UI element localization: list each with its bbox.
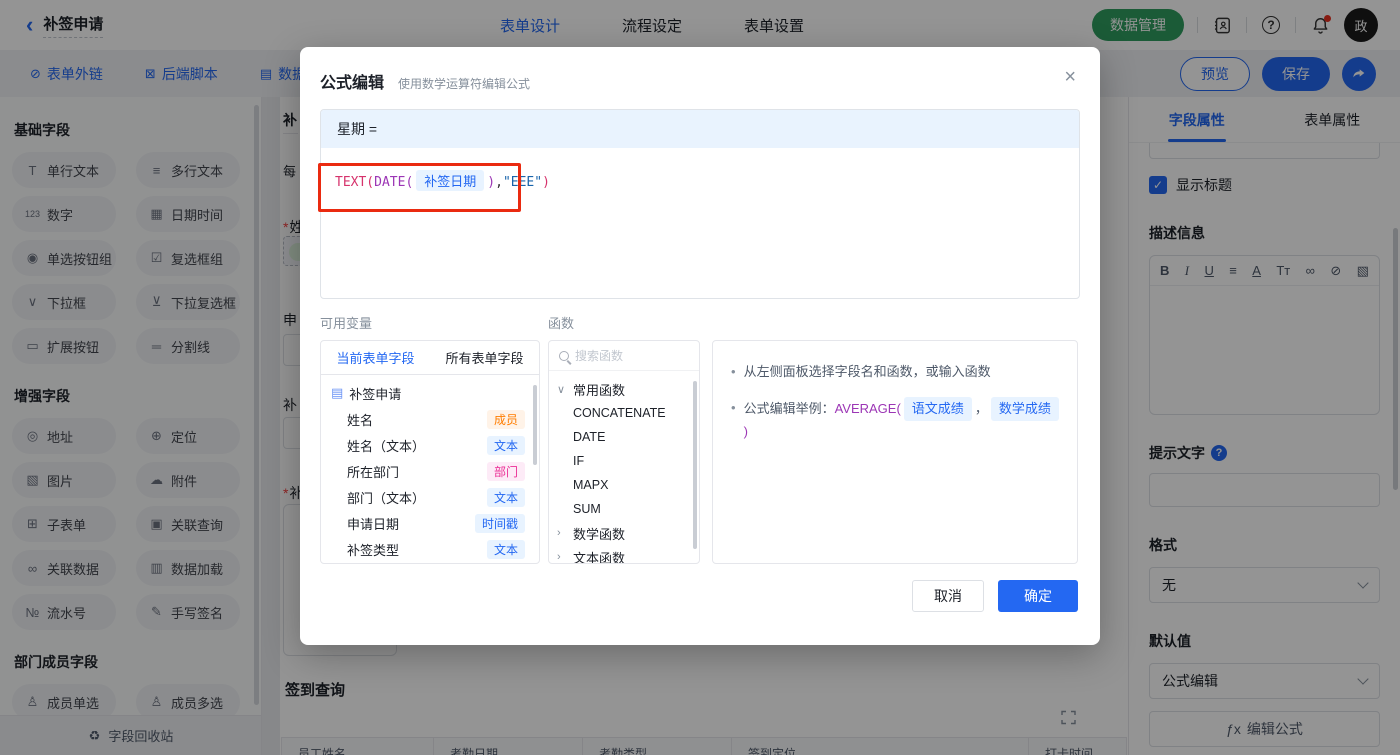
example-fn: AVERAGE( (834, 401, 901, 416)
type-badge: 部门 (486, 461, 525, 481)
variables-section-label: 可用变量 (320, 316, 373, 331)
function-search-input[interactable] (575, 348, 689, 363)
function-item[interactable]: IF (549, 449, 699, 473)
variables-tree-root[interactable]: ▤ 补签申请 (321, 380, 539, 406)
variable-row[interactable]: 姓名 成员 (321, 406, 539, 432)
function-group-math[interactable]: › 数学函数 (549, 521, 699, 545)
formula-editor[interactable]: 星期 = TEXT(DATE(补签日期),"EEE") (320, 109, 1080, 299)
caret-right-icon: › (557, 551, 561, 563)
example-chip: 数学成绩 (990, 397, 1059, 421)
variable-row[interactable]: 姓名（文本） 文本 (321, 432, 539, 458)
function-item[interactable]: SUM (549, 497, 699, 521)
function-item[interactable]: MAPX (549, 473, 699, 497)
function-group-text[interactable]: › 文本函数 (549, 545, 699, 564)
functions-scrollbar[interactable] (693, 381, 697, 549)
cancel-button[interactable]: 取消 (912, 580, 984, 612)
formula-fn-date: DATE( (374, 175, 414, 190)
help-line-1: • 从左侧面板选择字段名和函数，或输入函数 (731, 364, 991, 379)
confirm-button[interactable]: 确定 (998, 580, 1078, 612)
variable-row[interactable]: 申请日期 时间戳 (321, 510, 539, 536)
tab-current-form-fields[interactable]: 当前表单字段 (321, 341, 430, 374)
variable-row[interactable]: 补签类型 文本 (321, 536, 539, 562)
modal-subtitle: 使用数学运算符编辑公式 (398, 77, 531, 91)
app: ‹ 补签申请 表单设计 流程设定 表单设置 数据管理 ? 政 ⊘ 表单外链 ⊠ … (0, 0, 1400, 755)
tab-all-form-fields[interactable]: 所有表单字段 (430, 341, 539, 374)
help-panel: • 从左侧面板选择字段名和函数，或输入函数 • 公式编辑举例：AVERAGE(语文… (712, 340, 1078, 564)
variables-panel: 当前表单字段 所有表单字段 ▤ 补签申请 姓名 成员 姓名（文本） 文本 所在部门 部门… (320, 340, 540, 564)
form-doc-icon: ▤ (331, 385, 344, 400)
functions-section-label: 函数 (548, 316, 575, 331)
formula-edit-modal: 公式编辑 使用数学运算符编辑公式 × 星期 = TEXT(DATE(补签日期),… (300, 47, 1100, 645)
variable-row[interactable]: 文本 (321, 562, 539, 563)
function-item[interactable]: DATE (549, 425, 699, 449)
type-badge: 文本 (486, 539, 525, 559)
formula-fn-text: TEXT( (335, 175, 375, 190)
search-icon (559, 350, 569, 361)
type-badge: 文本 (486, 487, 525, 507)
variables-scrollbar[interactable] (533, 385, 537, 465)
type-badge: 时间戳 (474, 513, 525, 533)
function-item[interactable]: CONCATENATE (549, 401, 699, 425)
formula-result-field: 星期 = (321, 110, 1079, 148)
functions-panel: ∨常用函数 CONCATENATE DATE IF MAPX SUM ›数学函数… (548, 340, 700, 564)
variable-row[interactable]: 部门（文本） 文本 (321, 484, 539, 510)
example-chip: 语文成绩 (903, 397, 972, 421)
type-badge: 成员 (486, 409, 525, 429)
help-line-2: • 公式编辑举例：AVERAGE(语文成绩，数学成绩) (731, 397, 1063, 443)
function-group-common[interactable]: ∨ 常用函数 (549, 377, 699, 401)
formula-variable-chip[interactable]: 补签日期 (416, 170, 485, 191)
caret-right-icon: › (557, 527, 561, 539)
modal-title: 公式编辑 (320, 75, 385, 92)
caret-down-icon: ∨ (557, 383, 566, 396)
formula-string-literal: "EEE" (502, 175, 543, 190)
close-icon[interactable]: × (1064, 67, 1076, 87)
formula-expression[interactable]: TEXT(DATE(补签日期),"EEE") (321, 148, 1079, 191)
variable-row[interactable]: 所在部门 部门 (321, 458, 539, 484)
function-search (549, 341, 699, 371)
type-badge: 文本 (486, 435, 525, 455)
